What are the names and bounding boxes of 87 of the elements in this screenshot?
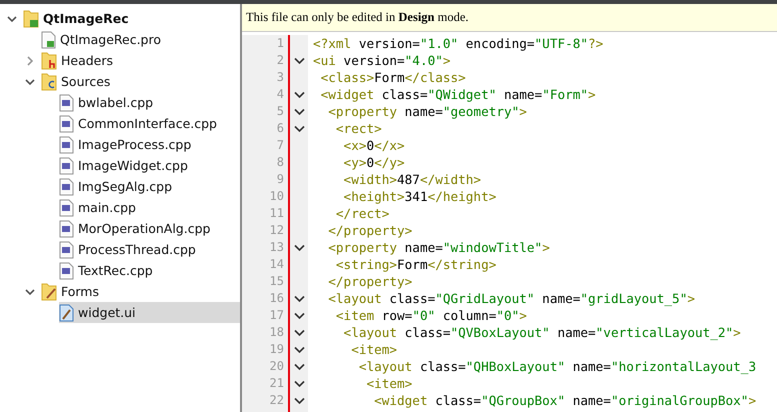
fold-icon[interactable] bbox=[294, 328, 304, 336]
line-number: 11 bbox=[268, 205, 285, 222]
cpp-file-icon bbox=[59, 262, 74, 280]
cpp-file-icon bbox=[59, 156, 74, 174]
fold-icon[interactable] bbox=[294, 124, 304, 132]
tree-item[interactable]: ProcessThread.cpp bbox=[59, 239, 240, 260]
line-number: 1 bbox=[276, 35, 285, 52]
line-number: 5 bbox=[276, 103, 285, 120]
code-line: <string>Form</string> bbox=[334, 256, 496, 273]
line-number: 6 bbox=[276, 120, 285, 137]
fold-icon[interactable] bbox=[294, 108, 304, 116]
line-number: 7 bbox=[276, 137, 285, 154]
line-number: 22 bbox=[268, 392, 285, 409]
tree-item[interactable]: ImgSegAlg.cpp bbox=[59, 176, 240, 197]
line-number: 3 bbox=[276, 69, 285, 86]
tree-item[interactable]: ImageProcess.cpp bbox=[59, 134, 240, 155]
tree-item[interactable]: QtImageRec bbox=[23, 8, 240, 29]
line-number: 14 bbox=[268, 256, 285, 273]
form-folder-icon bbox=[41, 282, 57, 300]
cpp-file-icon bbox=[59, 136, 74, 154]
code-line: <item> bbox=[365, 375, 412, 392]
code-line: <layout class="QGridLayout" name="gridLayout_5"> bbox=[327, 290, 695, 307]
tree-item[interactable]: main.cpp bbox=[59, 197, 240, 218]
header-folder-icon bbox=[41, 52, 57, 70]
code-line: <ui version="4.0"> bbox=[313, 52, 451, 69]
code-line: <?xml version="1.0" encoding="UTF-8"?> bbox=[313, 35, 604, 52]
line-number: 18 bbox=[268, 324, 285, 341]
tree-item[interactable]: QtImageRec.pro bbox=[41, 29, 240, 50]
code-line: <class>Form</class> bbox=[320, 69, 466, 86]
line-number: 15 bbox=[268, 273, 285, 290]
line-number: 4 bbox=[276, 86, 285, 103]
line-number: 16 bbox=[268, 290, 285, 307]
line-number: 17 bbox=[268, 307, 285, 324]
line-number: 8 bbox=[276, 154, 285, 171]
tree-item[interactable]: CommonInterface.cpp bbox=[59, 113, 240, 134]
code-line: <width>487</width> bbox=[342, 171, 482, 188]
code-line: <widget class="QWidget" name="Form"> bbox=[320, 86, 596, 103]
code-line: <item> bbox=[350, 341, 398, 358]
fold-icon[interactable] bbox=[294, 244, 304, 252]
tree-item[interactable]: bwlabel.cpp bbox=[59, 92, 240, 113]
line-number: 10 bbox=[268, 188, 285, 205]
fold-icon[interactable] bbox=[294, 362, 304, 370]
fold-icon[interactable] bbox=[294, 56, 304, 64]
line-number: 13 bbox=[268, 239, 285, 256]
cpp-file-icon bbox=[59, 94, 74, 112]
tree-item[interactable]: Sources bbox=[41, 71, 240, 92]
cpp-file-icon bbox=[59, 198, 74, 216]
code-line: <property name="geometry"> bbox=[327, 103, 527, 120]
project-file-icon bbox=[41, 30, 56, 48]
fold-icon[interactable] bbox=[294, 380, 304, 388]
form-file-icon bbox=[59, 304, 74, 322]
fold-icon[interactable] bbox=[294, 90, 304, 98]
code-line: </rect> bbox=[334, 205, 390, 222]
fold-icon[interactable] bbox=[294, 396, 304, 404]
fold-icon[interactable] bbox=[294, 294, 304, 302]
code-line: </property> bbox=[327, 222, 412, 239]
tree-item[interactable]: widget.ui bbox=[59, 302, 240, 323]
line-number: 21 bbox=[268, 375, 285, 392]
qt-folder-icon bbox=[23, 10, 39, 28]
code-line: <widget class="QGroupBox" name="originalGroupBox"> bbox=[373, 392, 756, 409]
code-line: <x>0</x> bbox=[342, 137, 405, 154]
tree-item[interactable]: Forms bbox=[41, 281, 240, 302]
cpp-file-icon bbox=[59, 220, 74, 238]
line-number: 19 bbox=[268, 341, 285, 358]
code-line: <layout class="QHBoxLayout" name="horizontalLayout_3 bbox=[358, 358, 756, 375]
read-only-notice: This file can only be edited in Design mode. bbox=[242, 4, 777, 32]
code-line: <height>341</height> bbox=[342, 188, 496, 205]
cpp-file-icon bbox=[59, 178, 74, 196]
code-line: <layout class="QVBoxLayout" name="verticalLayout_2"> bbox=[342, 324, 741, 341]
line-number: 20 bbox=[268, 358, 285, 375]
code-line: </property> bbox=[327, 273, 412, 290]
line-number: 2 bbox=[276, 52, 285, 69]
code-line: <y>0</y> bbox=[342, 154, 405, 171]
tree-item[interactable]: ImageWidget.cpp bbox=[59, 155, 240, 176]
cpp-file-icon bbox=[59, 240, 74, 258]
cpp-file-icon bbox=[59, 114, 74, 132]
code-line: <item row="0" column="0"> bbox=[334, 307, 527, 324]
tree-item[interactable]: MorOperationAlg.cpp bbox=[59, 218, 240, 239]
line-number: 12 bbox=[268, 222, 285, 239]
line-number: 9 bbox=[276, 171, 285, 188]
source-folder-icon bbox=[41, 72, 57, 90]
code-line: <property name="windowTitle"> bbox=[327, 239, 550, 256]
tree-item[interactable]: TextRec.cpp bbox=[59, 260, 240, 281]
fold-icon[interactable] bbox=[294, 312, 304, 320]
fold-icon[interactable] bbox=[294, 346, 304, 354]
tree-item[interactable]: Headers bbox=[41, 50, 240, 71]
code-line: <rect> bbox=[334, 120, 382, 137]
